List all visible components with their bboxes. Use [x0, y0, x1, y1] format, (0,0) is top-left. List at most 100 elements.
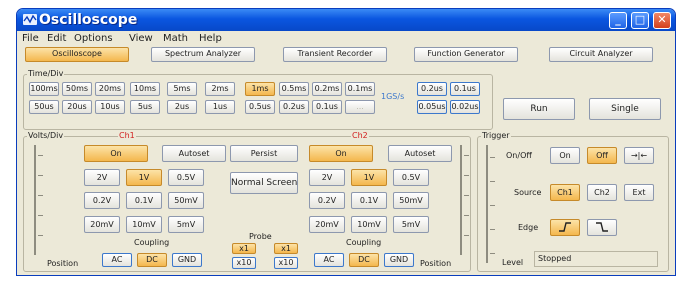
ch2-probe-x1-button[interactable]: x1: [274, 243, 298, 254]
ch2-probe-x10-button[interactable]: x10: [274, 257, 298, 269]
trigger-group: Trigger On/Off On Off →|← Source Ch1 Ch2…: [477, 131, 669, 272]
trigger-falling-edge-button[interactable]: [587, 219, 617, 236]
slider-tick: [38, 155, 43, 156]
rising-edge-icon: [559, 222, 571, 232]
ch1-0.5v-button[interactable]: 0.5V: [168, 169, 204, 186]
falling-edge-icon: [596, 222, 608, 232]
ch2-10mv-button[interactable]: 10mV: [351, 216, 387, 233]
time-0.2us-button[interactable]: 0.2us: [279, 100, 309, 114]
trigger-source-label: Source: [514, 188, 542, 197]
ch2-50mv-button[interactable]: 50mV: [393, 192, 429, 209]
ch2-position-label: Position: [420, 259, 452, 268]
ch2-2v-button[interactable]: 2V: [309, 169, 345, 186]
time-0.1us-button[interactable]: 0.1us: [312, 100, 342, 114]
ch1-2v-button[interactable]: 2V: [84, 169, 120, 186]
ch1-10mv-button[interactable]: 10mV: [126, 216, 162, 233]
ch1-autoset-button[interactable]: Autoset: [162, 145, 226, 162]
time-div-group: Time/Div 100ms 50ms 20ms 10ms 5ms 2ms 1m…: [23, 69, 493, 130]
slider-tick: [464, 155, 469, 156]
time-50ms-button[interactable]: 50ms: [62, 82, 92, 96]
time-20ms-button[interactable]: 20ms: [95, 82, 125, 96]
mode-function-generator-button[interactable]: Function Generator: [414, 47, 518, 62]
time-0.1ms-button[interactable]: 0.1ms: [345, 82, 375, 96]
ch2-coupling-gnd-button[interactable]: GND: [384, 253, 414, 267]
ch1-probe-x10-button[interactable]: x10: [232, 257, 256, 269]
mode-oscilloscope-button[interactable]: Oscilloscope: [25, 47, 129, 62]
time-2ms-button[interactable]: 2ms: [205, 82, 235, 96]
time-50us-button[interactable]: 50us: [29, 100, 59, 114]
time-more-button[interactable]: ...: [345, 100, 375, 114]
time-0.2ms-button[interactable]: 0.2ms: [312, 82, 342, 96]
time-0.5us-button[interactable]: 0.5us: [245, 100, 275, 114]
menu-bar: File Edit Options View Math Help: [17, 31, 675, 46]
ch2-5mv-button[interactable]: 5mV: [393, 216, 429, 233]
ch1-1v-button[interactable]: 1V: [126, 169, 162, 186]
ch1-coupling-ac-button[interactable]: AC: [102, 253, 132, 267]
trigger-level-slider[interactable]: [486, 145, 495, 263]
time-10ms-button[interactable]: 10ms: [130, 82, 160, 96]
mode-bar: Oscilloscope Spectrum Analyzer Transient…: [17, 47, 675, 65]
trigger-off-button[interactable]: Off: [587, 147, 617, 164]
ch2-autoset-button[interactable]: Autoset: [388, 145, 452, 162]
trigger-source-ch2-button[interactable]: Ch2: [587, 184, 617, 201]
ch1-position-slider[interactable]: [34, 145, 43, 255]
minimize-button[interactable]: _: [609, 12, 627, 29]
ch1-5mv-button[interactable]: 5mV: [168, 216, 204, 233]
ch1-coupling-dc-button[interactable]: DC: [137, 253, 167, 267]
ch2-coupling-dc-button[interactable]: DC: [349, 253, 379, 267]
ch1-50mv-button[interactable]: 50mV: [168, 192, 204, 209]
time-10us-button[interactable]: 10us: [95, 100, 125, 114]
ch2-1v-button[interactable]: 1V: [351, 169, 387, 186]
time-div-label: Time/Div: [27, 69, 65, 78]
mode-spectrum-analyzer-button[interactable]: Spectrum Analyzer: [151, 47, 255, 62]
time-1ms-button[interactable]: 1ms: [245, 82, 275, 96]
menu-options[interactable]: Options: [74, 33, 113, 44]
single-button[interactable]: Single: [589, 98, 661, 120]
trigger-source-ch1-button[interactable]: Ch1: [550, 184, 580, 201]
ch1-20mv-button[interactable]: 20mV: [84, 216, 120, 233]
maximize-button[interactable]: □: [631, 12, 649, 29]
ch2-on-button[interactable]: On: [309, 145, 373, 162]
trigger-rising-edge-button[interactable]: [550, 219, 580, 236]
trigger-edge-label: Edge: [518, 223, 539, 232]
time-5ms-button[interactable]: 5ms: [167, 82, 197, 96]
ch2-0.5v-button[interactable]: 0.5V: [393, 169, 429, 186]
time-5us-button[interactable]: 5us: [130, 100, 160, 114]
time-100ms-button[interactable]: 100ms: [29, 82, 59, 96]
title-bar[interactable]: Oscilloscope _ □ ✕: [17, 9, 675, 31]
mode-circuit-analyzer-button[interactable]: Circuit Analyzer: [549, 47, 653, 62]
time-0.1us-fast-button[interactable]: 0.1us: [450, 82, 480, 96]
mode-transient-recorder-button[interactable]: Transient Recorder: [283, 47, 387, 62]
menu-view[interactable]: View: [129, 33, 153, 44]
ch2-0.1v-button[interactable]: 0.1V: [351, 192, 387, 209]
ch1-probe-x1-button[interactable]: x1: [232, 243, 256, 254]
time-0.05us-button[interactable]: 0.05us: [417, 100, 447, 114]
ch1-0.1v-button[interactable]: 0.1V: [126, 192, 162, 209]
close-button[interactable]: ✕: [653, 12, 671, 29]
ch2-coupling-ac-button[interactable]: AC: [314, 253, 344, 267]
time-1us-button[interactable]: 1us: [205, 100, 235, 114]
slider-tick: [464, 235, 469, 236]
menu-help[interactable]: Help: [199, 33, 222, 44]
ch2-0.2v-button[interactable]: 0.2V: [309, 192, 345, 209]
time-2us-button[interactable]: 2us: [167, 100, 197, 114]
menu-file[interactable]: File: [22, 33, 39, 44]
menu-edit[interactable]: Edit: [47, 33, 66, 44]
ch2-20mv-button[interactable]: 20mV: [309, 216, 345, 233]
trigger-arrows-button[interactable]: →|←: [624, 147, 654, 164]
time-0.5ms-button[interactable]: 0.5ms: [279, 82, 309, 96]
ch2-coupling-label: Coupling: [346, 238, 382, 247]
time-20us-button[interactable]: 20us: [62, 100, 92, 114]
ch1-coupling-gnd-button[interactable]: GND: [172, 253, 202, 267]
time-0.02us-button[interactable]: 0.02us: [450, 100, 480, 114]
menu-math[interactable]: Math: [163, 33, 188, 44]
persist-button[interactable]: Persist: [230, 145, 298, 162]
trigger-source-ext-button[interactable]: Ext: [624, 184, 654, 201]
ch2-position-slider[interactable]: [460, 145, 469, 255]
normal-screen-button[interactable]: Normal Screen: [230, 172, 298, 194]
run-button[interactable]: Run: [503, 98, 575, 120]
trigger-on-button[interactable]: On: [550, 147, 580, 164]
ch1-on-button[interactable]: On: [84, 145, 148, 162]
ch1-0.2v-button[interactable]: 0.2V: [84, 192, 120, 209]
time-0.2us-fast-button[interactable]: 0.2us: [417, 82, 447, 96]
